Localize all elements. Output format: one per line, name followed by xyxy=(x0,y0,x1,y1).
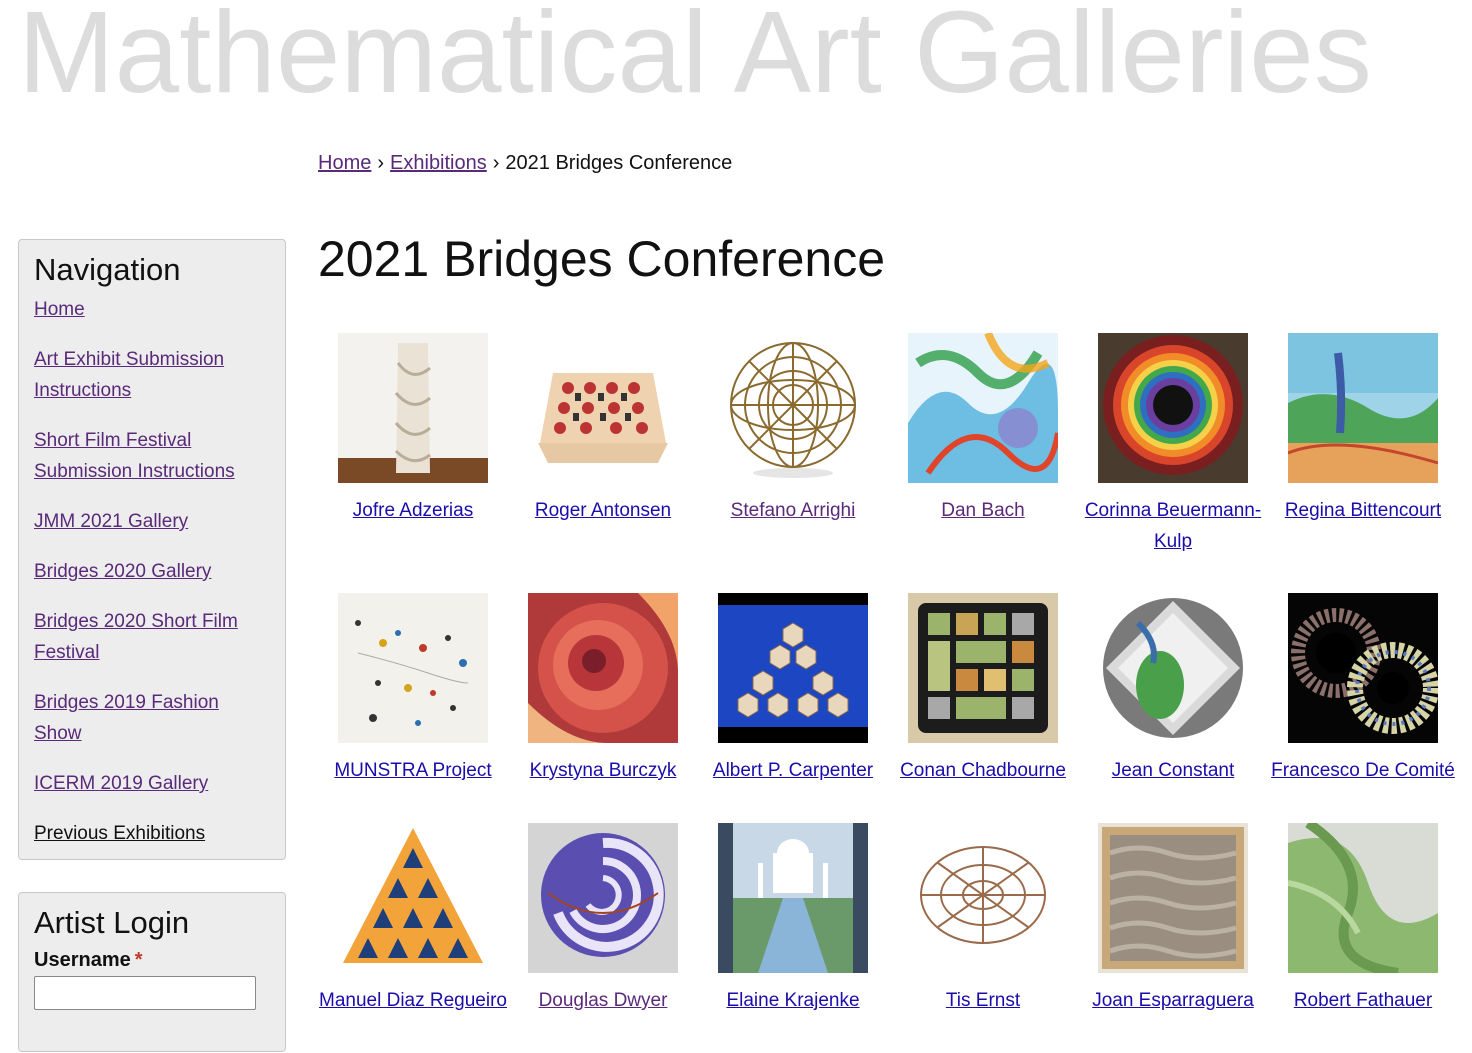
scattered-dots-icon[interactable] xyxy=(338,593,488,743)
nav-item-jmm-2021-gallery[interactable]: JMM 2021 Gallery xyxy=(34,511,188,532)
breadcrumb-separator: › xyxy=(377,152,385,174)
username-input[interactable] xyxy=(34,976,256,1010)
nav-item-icerm-2019-gallery[interactable]: ICERM 2019 Gallery xyxy=(34,773,208,794)
artist-link[interactable]: Jean Constant xyxy=(1078,755,1268,786)
gallery-item: Jean Constant xyxy=(1078,593,1268,823)
breadcrumb-separator: › xyxy=(492,152,500,174)
gallery-item: Stefano Arrighi xyxy=(698,333,888,593)
artist-link[interactable]: Roger Antonsen xyxy=(508,495,698,526)
tetrahedral-pyramid-icon[interactable] xyxy=(338,823,488,973)
gallery-item: Krystyna Burczyk xyxy=(508,593,698,823)
artist-link[interactable]: MUNSTRA Project xyxy=(318,755,508,786)
username-label: Username * xyxy=(34,949,143,971)
nav-item-home[interactable]: Home xyxy=(34,299,85,320)
artist-link[interactable]: Albert P. Carpenter xyxy=(698,755,888,786)
gallery-item: Roger Antonsen xyxy=(508,333,698,593)
watercolor-landscape-icon[interactable] xyxy=(1288,333,1438,483)
gallery-row: MUNSTRA Project Krystyna Burczyk Albert … xyxy=(318,593,1468,823)
nav-item-previous-exhibitions[interactable]: Previous Exhibitions xyxy=(34,823,205,844)
navigation-panel: Navigation Home Art Exhibit Submission I… xyxy=(18,239,286,860)
taj-mahal-quilt-icon[interactable] xyxy=(718,823,868,973)
twisted-column-sculpture-icon[interactable] xyxy=(338,333,488,483)
artist-link[interactable]: Tis Ernst xyxy=(888,985,1078,1016)
woven-tori-icon[interactable] xyxy=(1288,593,1438,743)
nav-item-bridges-2019-fashion-show[interactable]: Bridges 2019 Fashion Show xyxy=(34,692,219,744)
gallery-row: Jofre Adzerias Roger Antonsen Stefano Ar… xyxy=(318,333,1468,593)
breadcrumb-current: 2021 Bridges Conference xyxy=(505,152,733,174)
glass-diamond-icon[interactable] xyxy=(1098,593,1248,743)
gallery-item: Dan Bach xyxy=(888,333,1078,593)
required-marker: * xyxy=(134,949,143,971)
site-title: Mathematical Art Galleries xyxy=(18,0,1372,117)
artist-login-panel: Artist Login Username * xyxy=(18,892,286,1052)
gallery-item: MUNSTRA Project xyxy=(318,593,508,823)
rainbow-spiral-paper-icon[interactable] xyxy=(1098,333,1248,483)
navigation-heading: Navigation xyxy=(34,252,181,287)
page-title: 2021 Bridges Conference xyxy=(318,231,886,287)
grid-knot-board-icon[interactable] xyxy=(528,333,678,483)
gallery-item: Tis Ernst xyxy=(888,823,1078,1053)
artist-link[interactable]: Corinna Beuermann-Kulp xyxy=(1078,495,1268,557)
breadcrumb: Home › Exhibitions › 2021 Bridges Conference xyxy=(318,152,732,175)
gallery-item: Corinna Beuermann-Kulp xyxy=(1078,333,1268,593)
gallery-item: Elaine Krajenke xyxy=(698,823,888,1053)
gallery-item: Jofre Adzerias xyxy=(318,333,508,593)
tiled-square-grid-icon[interactable] xyxy=(908,593,1058,743)
artist-link[interactable]: Dan Bach xyxy=(888,495,1078,526)
gallery-item: Manuel Diaz Regueiro xyxy=(318,823,508,1053)
nav-item-art-exhibit-submission[interactable]: Art Exhibit Submission Instructions xyxy=(34,349,224,401)
gallery-item: Joan Esparraguera xyxy=(1078,823,1268,1053)
nav-item-bridges-2020-short-film[interactable]: Bridges 2020 Short Film Festival xyxy=(34,611,238,663)
gallery-item: Francesco De Comité xyxy=(1268,593,1458,823)
artist-link[interactable]: Elaine Krajenke xyxy=(698,985,888,1016)
fractal-hex-sculpture-icon[interactable] xyxy=(718,593,868,743)
artist-link[interactable]: Joan Esparraguera xyxy=(1078,985,1268,1016)
artist-link[interactable]: Jofre Adzerias xyxy=(318,495,508,526)
gallery-item: Albert P. Carpenter xyxy=(698,593,888,823)
paper-rose-icon[interactable] xyxy=(528,593,678,743)
gallery-row: Manuel Diaz Regueiro Douglas Dwyer Elain… xyxy=(318,823,1468,1053)
artist-login-heading: Artist Login xyxy=(34,905,190,940)
colorful-surface-render-icon[interactable] xyxy=(908,333,1058,483)
artist-link[interactable]: Robert Fathauer xyxy=(1268,985,1458,1016)
woven-panel-icon[interactable] xyxy=(1098,823,1248,973)
gallery-item: Douglas Dwyer xyxy=(508,823,698,1053)
gallery-item: Robert Fathauer xyxy=(1268,823,1458,1053)
breadcrumb-home-link[interactable]: Home xyxy=(318,152,371,174)
nav-item-short-film-submission[interactable]: Short Film Festival Submission Instructi… xyxy=(34,430,235,482)
artist-link[interactable]: Manuel Diaz Regueiro xyxy=(318,985,508,1016)
artist-link[interactable]: Francesco De Comité xyxy=(1268,755,1458,786)
wire-sphere-icon[interactable] xyxy=(718,333,868,483)
artist-link[interactable]: Krystyna Burczyk xyxy=(508,755,698,786)
gallery-item: Conan Chadbourne xyxy=(888,593,1078,823)
nav-item-bridges-2020-gallery[interactable]: Bridges 2020 Gallery xyxy=(34,561,211,582)
navigation-list: Home Art Exhibit Submission Instructions… xyxy=(34,294,270,849)
artist-link[interactable]: Stefano Arrighi xyxy=(698,495,888,526)
artist-link[interactable]: Conan Chadbourne xyxy=(888,755,1078,786)
gallery-grid: Jofre Adzerias Roger Antonsen Stefano Ar… xyxy=(318,333,1468,1053)
green-ceramic-curves-icon[interactable] xyxy=(1288,823,1438,973)
artist-link[interactable]: Douglas Dwyer xyxy=(508,985,698,1016)
spiral-sphere-icon[interactable] xyxy=(528,823,678,973)
breadcrumb-exhibitions-link[interactable]: Exhibitions xyxy=(390,152,487,174)
wire-polyhedron-icon[interactable] xyxy=(908,823,1058,973)
gallery-item: Regina Bittencourt xyxy=(1268,333,1458,593)
artist-link[interactable]: Regina Bittencourt xyxy=(1268,495,1458,526)
